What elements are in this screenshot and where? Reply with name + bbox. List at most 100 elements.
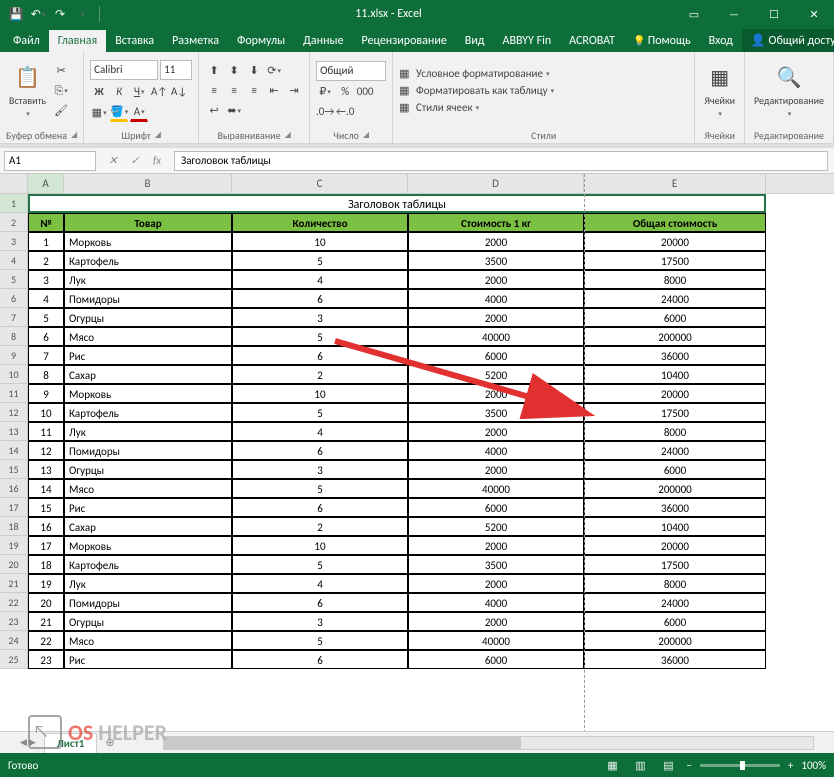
- cell-qty[interactable]: 10: [232, 536, 408, 555]
- tab-help[interactable]: Помощь: [624, 30, 700, 52]
- cell-price[interactable]: 5200: [408, 365, 584, 384]
- cell-product[interactable]: Помидоры: [64, 289, 232, 308]
- cell-n[interactable]: 3: [28, 270, 64, 289]
- row-header[interactable]: 21: [0, 574, 28, 593]
- cell-n[interactable]: 6: [28, 327, 64, 346]
- row-header[interactable]: 20: [0, 555, 28, 574]
- cell-product[interactable]: Рис: [64, 498, 232, 517]
- cell-product[interactable]: Картофель: [64, 251, 232, 270]
- cell-total[interactable]: 8000: [584, 270, 766, 289]
- tab-home[interactable]: Главная: [49, 30, 106, 52]
- font-color-icon[interactable]: A▾: [130, 104, 148, 122]
- cell-total[interactable]: 6000: [584, 460, 766, 479]
- select-all-corner[interactable]: [0, 174, 28, 193]
- comma-icon[interactable]: 000: [356, 83, 374, 101]
- cell-total[interactable]: 200000: [584, 479, 766, 498]
- cell-price[interactable]: 3500: [408, 555, 584, 574]
- cell-price[interactable]: 3500: [408, 251, 584, 270]
- name-box[interactable]: [4, 151, 96, 171]
- cell-price[interactable]: 2000: [408, 308, 584, 327]
- row-header[interactable]: 12: [0, 403, 28, 422]
- cell-price[interactable]: 4000: [408, 441, 584, 460]
- cell-total[interactable]: 36000: [584, 346, 766, 365]
- cell-total[interactable]: 24000: [584, 289, 766, 308]
- cell-n[interactable]: 13: [28, 460, 64, 479]
- cell-product[interactable]: Морковь: [64, 232, 232, 251]
- cell-price[interactable]: 3500: [408, 403, 584, 422]
- cell-n[interactable]: 15: [28, 498, 64, 517]
- cell-price[interactable]: 2000: [408, 232, 584, 251]
- cell-product[interactable]: Морковь: [64, 536, 232, 555]
- cells-button[interactable]: ▦ Ячейки ▾: [701, 62, 738, 120]
- tab-formulas[interactable]: Формулы: [228, 30, 294, 52]
- cell-qty[interactable]: 6: [232, 441, 408, 460]
- decrease-font-icon[interactable]: A↓: [170, 83, 188, 101]
- row-header[interactable]: 11: [0, 384, 28, 403]
- enter-formula-icon[interactable]: ✓: [124, 151, 146, 171]
- cell-product[interactable]: Мясо: [64, 631, 232, 650]
- fx-icon[interactable]: fx: [146, 151, 168, 171]
- percent-icon[interactable]: %: [336, 83, 354, 101]
- cell-styles-button[interactable]: ▦ Стили ячеек▾: [399, 101, 554, 114]
- cut-icon[interactable]: ✂: [52, 62, 70, 80]
- cell-n[interactable]: 10: [28, 403, 64, 422]
- launcher-icon[interactable]: ◢: [363, 130, 369, 140]
- launcher-icon[interactable]: ◢: [285, 130, 291, 140]
- zoom-in-icon[interactable]: +: [788, 759, 793, 772]
- cell-product[interactable]: Помидоры: [64, 593, 232, 612]
- cell-total[interactable]: 200000: [584, 327, 766, 346]
- cell-qty[interactable]: 6: [232, 593, 408, 612]
- orientation-icon[interactable]: ⟳▾: [265, 62, 283, 80]
- row-header[interactable]: 1: [0, 194, 28, 213]
- row-header[interactable]: 22: [0, 593, 28, 612]
- cell-product[interactable]: Рис: [64, 346, 232, 365]
- cell-n[interactable]: 22: [28, 631, 64, 650]
- font-size-combo[interactable]: 11: [160, 60, 192, 80]
- cell-qty[interactable]: 6: [232, 289, 408, 308]
- cell-price[interactable]: 6000: [408, 650, 584, 669]
- sheet-nav-prev-icon[interactable]: ◀: [20, 737, 27, 748]
- cell-qty[interactable]: 5: [232, 479, 408, 498]
- cell-qty[interactable]: 6: [232, 498, 408, 517]
- tab-layout[interactable]: Разметка: [163, 30, 228, 52]
- row-header[interactable]: 18: [0, 517, 28, 536]
- cell-product[interactable]: Сахар: [64, 517, 232, 536]
- row-header[interactable]: 23: [0, 612, 28, 631]
- undo-icon[interactable]: ↶▾: [30, 6, 46, 22]
- header-qty[interactable]: Количество: [232, 213, 408, 232]
- tab-abbyy[interactable]: ABBYY Fin: [494, 30, 561, 52]
- cell-product[interactable]: Мясо: [64, 479, 232, 498]
- cell-total[interactable]: 36000: [584, 498, 766, 517]
- tab-acrobat[interactable]: ACROBAT: [560, 30, 624, 52]
- col-header-C[interactable]: C: [232, 174, 408, 193]
- row-header[interactable]: 5: [0, 270, 28, 289]
- cell-price[interactable]: 5200: [408, 517, 584, 536]
- cell-total[interactable]: 17500: [584, 251, 766, 270]
- cond-format-button[interactable]: ▦ Условное форматирование▾: [399, 67, 554, 80]
- currency-icon[interactable]: ₽▾: [316, 83, 334, 101]
- paste-button[interactable]: 📋 Вставить ▾: [6, 62, 49, 120]
- align-left-icon[interactable]: ≡: [205, 82, 223, 100]
- cell-n[interactable]: 4: [28, 289, 64, 308]
- format-table-button[interactable]: ▦ Форматировать как таблицу▾: [399, 84, 554, 97]
- header-price[interactable]: Стоимость 1 кг: [408, 213, 584, 232]
- cell-total[interactable]: 24000: [584, 593, 766, 612]
- zoom-slider[interactable]: [700, 764, 780, 767]
- row-header[interactable]: 10: [0, 365, 28, 384]
- row-header[interactable]: 2: [0, 213, 28, 232]
- cell-n[interactable]: 7: [28, 346, 64, 365]
- cell-price[interactable]: 2000: [408, 384, 584, 403]
- cell-total[interactable]: 17500: [584, 403, 766, 422]
- cell-n[interactable]: 21: [28, 612, 64, 631]
- qat-customize-icon[interactable]: ▾: [74, 6, 90, 22]
- maximize-icon[interactable]: ☐: [754, 0, 794, 28]
- cell-qty[interactable]: 5: [232, 631, 408, 650]
- header-product[interactable]: Товар: [64, 213, 232, 232]
- zoom-out-icon[interactable]: −: [686, 759, 691, 772]
- tab-view[interactable]: Вид: [456, 30, 494, 52]
- cell-qty[interactable]: 5: [232, 327, 408, 346]
- minimize-icon[interactable]: —: [714, 0, 754, 28]
- align-center-icon[interactable]: ≡: [225, 82, 243, 100]
- cell-product[interactable]: Лук: [64, 422, 232, 441]
- header-total[interactable]: Общая стоимость: [584, 213, 766, 232]
